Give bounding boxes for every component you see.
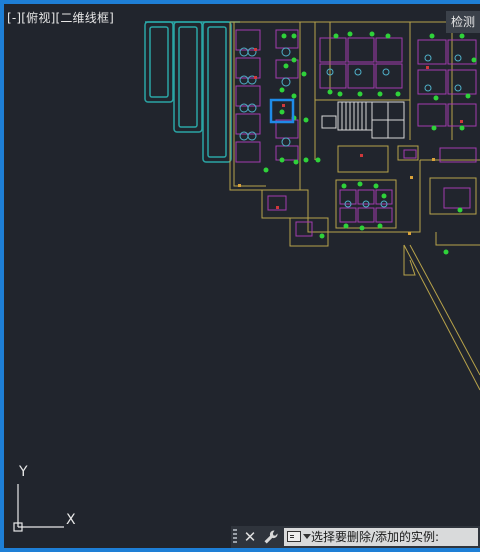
command-line-bar: ✕ 选择要删除/添加的实例:: [231, 526, 480, 548]
ucs-x-axis-label: X: [66, 512, 76, 528]
command-line-grip[interactable]: [233, 529, 237, 545]
viewport-bottom-border: [0, 548, 480, 552]
command-prompt-text: 选择要删除/添加的实例:: [311, 530, 440, 544]
stairs: [321, 101, 405, 139]
plants: [263, 31, 477, 255]
ucs-icon: [13, 484, 64, 532]
close-icon[interactable]: ✕: [242, 527, 258, 547]
ucs-y-axis-label: Y: [19, 464, 28, 480]
workstations: [235, 29, 477, 237]
command-history-icon[interactable]: [287, 531, 301, 542]
view-cube-button[interactable]: 检测: [446, 11, 480, 33]
wrench-icon[interactable]: [262, 528, 280, 546]
command-input[interactable]: 选择要删除/添加的实例:: [284, 528, 478, 546]
viewport-controls-label[interactable]: [-][俯视][二维线框]: [7, 9, 114, 26]
chevron-down-icon[interactable]: [303, 534, 311, 539]
cyan-equipment-block: [144, 21, 240, 163]
model-viewport[interactable]: Y X [-][俯视][二维线框] 检测 ✕ 选择要删除/添加的实例:: [0, 0, 480, 552]
